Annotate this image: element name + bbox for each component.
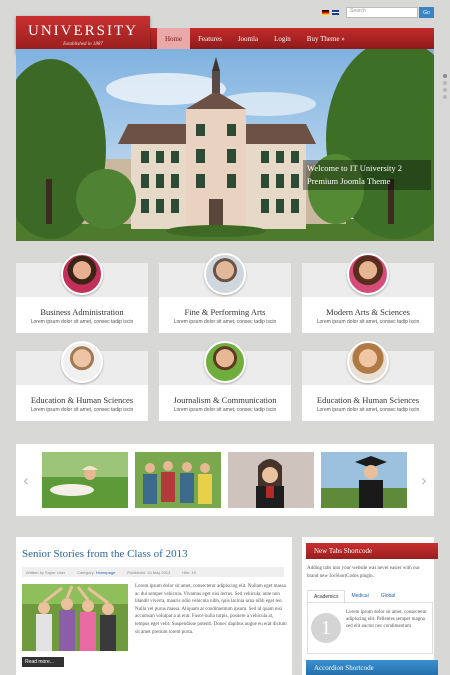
- hits-count: Hits: 19: [182, 569, 196, 575]
- department-title[interactable]: Business Administration: [16, 307, 148, 317]
- author: Written by Super User: [26, 569, 66, 575]
- department-text: Lorem ipsum dolor sit amet, consec tadip…: [316, 407, 420, 413]
- student-reading-photo: [50, 466, 98, 496]
- department-text: Lorem ipsum dolor sit amet, consec tadip…: [316, 319, 420, 325]
- graduate-woman-photo: [228, 452, 314, 508]
- article-image: [22, 584, 128, 651]
- department-text: Lorem ipsum dolor sit amet, consec tadip…: [30, 319, 134, 325]
- logo-title: UNIVERSITY: [28, 23, 138, 39]
- tabs-intro-text: Adding tabs into your website was never …: [307, 566, 420, 579]
- nav-item-home[interactable]: Home: [157, 28, 191, 49]
- avatar: [347, 341, 389, 383]
- category: Category: Homepage: [77, 570, 115, 575]
- nav-item-features[interactable]: Features: [190, 28, 230, 49]
- campus-building-photo: [16, 49, 434, 241]
- avatar: [347, 253, 389, 295]
- tab-number-badge: 1: [311, 613, 341, 643]
- hero-caption-line1: Welcome to IT University 2: [307, 163, 402, 173]
- read-more-button[interactable]: Read more...: [22, 657, 64, 667]
- carousel-photo-3[interactable]: [228, 452, 314, 508]
- students-group-photo: [143, 461, 212, 504]
- hero-slideshow[interactable]: [16, 49, 434, 241]
- department-title[interactable]: Education & Human Sciences: [16, 395, 148, 405]
- carousel-photo-2[interactable]: [135, 452, 221, 508]
- slide-dot[interactable]: [443, 95, 447, 99]
- department-card[interactable]: Business Administration Lorem ipsum dolo…: [16, 253, 148, 333]
- article-body: Lorem ipsum dolor sit amet, consectetur …: [135, 584, 287, 635]
- tab-panel-text: Lorem ipsum dolor sit amet, consectetur …: [346, 610, 427, 630]
- graduate-cap-photo: [321, 452, 407, 508]
- avatar: [204, 341, 246, 383]
- avatar: [204, 253, 246, 295]
- category-label: Category:: [77, 569, 95, 575]
- search-input[interactable]: Search: [346, 7, 418, 18]
- department-text: Lorem ipsum dolor sit amet, consec tadip…: [30, 407, 134, 413]
- department-card[interactable]: Fine & Performing Arts Lorem ipsum dolor…: [159, 253, 291, 333]
- english-flag-icon[interactable]: [332, 10, 339, 15]
- search-placeholder: Search: [350, 8, 366, 14]
- nav-item-login[interactable]: Login: [266, 28, 299, 49]
- department-card[interactable]: Modern Arts & Sciences Lorem ipsum dolor…: [302, 253, 434, 333]
- article-meta: Written by Super User Category: Homepage…: [22, 567, 284, 577]
- main-menu: Home Features Joomla Login Buy Theme »: [157, 28, 353, 49]
- nav-item-buy-theme[interactable]: Buy Theme »: [299, 28, 353, 49]
- hero-caption-line2: Premium Joomla Theme: [307, 176, 391, 186]
- department-text: Lorem ipsum dolor sit amet, consec tadip…: [173, 319, 277, 325]
- department-card[interactable]: Education & Human Sciences Lorem ipsum d…: [302, 341, 434, 421]
- department-title[interactable]: Modern Arts & Sciences: [302, 307, 434, 317]
- nav-item-joomla[interactable]: Joomla: [230, 28, 266, 49]
- avatar: [61, 341, 103, 383]
- department-title[interactable]: Journalism & Communication: [159, 395, 291, 405]
- slide-indicators: [443, 74, 447, 99]
- hero-caption: Welcome to IT University 2 Premium Jooml…: [303, 160, 431, 190]
- department-title[interactable]: Fine & Performing Arts: [159, 307, 291, 317]
- logo-tagline: Established in 1887: [63, 42, 103, 47]
- carousel-next-icon[interactable]: ›: [414, 444, 434, 516]
- tabs-shortcode-heading: New Tabs Shortcode: [306, 543, 438, 559]
- slide-dot[interactable]: [443, 81, 447, 85]
- carousel-prev-icon[interactable]: ‹: [16, 444, 36, 516]
- department-title[interactable]: Education & Human Sciences: [302, 395, 434, 405]
- department-card[interactable]: Education & Human Sciences Lorem ipsum d…: [16, 341, 148, 421]
- slide-dot[interactable]: [443, 88, 447, 92]
- carousel-photo-1[interactable]: [42, 452, 128, 508]
- language-switcher: [322, 10, 339, 15]
- avatar: [61, 253, 103, 295]
- german-flag-icon[interactable]: [322, 10, 329, 15]
- accordion-shortcode-heading[interactable]: Accordion Shortcode: [306, 660, 438, 675]
- category-link[interactable]: Homepage: [96, 570, 116, 575]
- carousel-photo-4[interactable]: [321, 452, 407, 508]
- slide-dot[interactable]: [443, 74, 447, 78]
- department-text: Lorem ipsum dolor sit amet, consec tadip…: [173, 407, 277, 413]
- students-celebrating-photo: [22, 584, 128, 651]
- published-date: Published: 15 May 2013: [127, 569, 171, 575]
- department-card[interactable]: Journalism & Communication Lorem ipsum d…: [159, 341, 291, 421]
- search-button[interactable]: Go: [419, 7, 434, 18]
- article-title[interactable]: Senior Stories from the Class of 2013: [22, 548, 188, 560]
